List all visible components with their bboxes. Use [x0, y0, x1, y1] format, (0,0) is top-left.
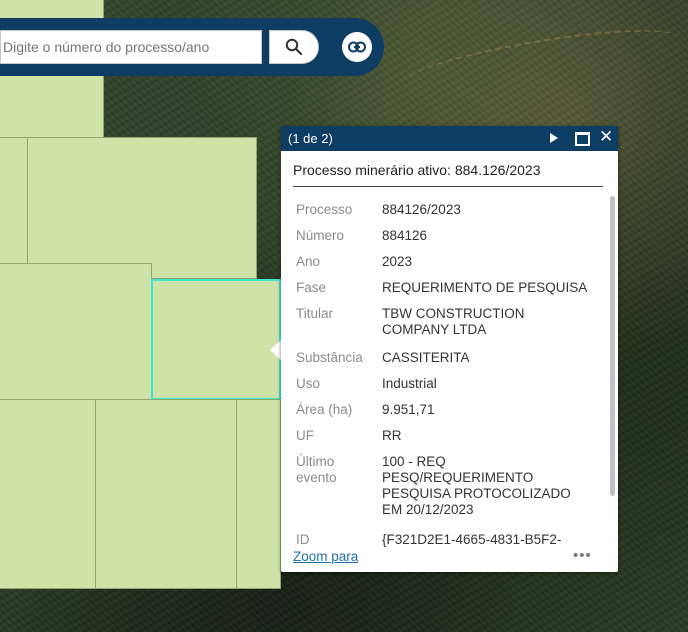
field-value: {F321D2E1-4665-4831-B5F2-: [382, 532, 562, 547]
field-label: Processo: [296, 202, 353, 217]
link-icon: [348, 41, 366, 53]
field-label: Titular: [296, 306, 334, 321]
popup-title: Processo minerário ativo: 884.126/2023: [293, 162, 603, 187]
field-label: Último evento: [296, 454, 337, 485]
more-actions-button[interactable]: •••: [573, 547, 592, 564]
field-label: ID: [296, 532, 310, 547]
close-icon[interactable]: ✕: [599, 128, 613, 146]
parcel-polygon[interactable]: [0, 399, 96, 589]
zoom-to-link[interactable]: Zoom para: [293, 549, 358, 564]
parcel-polygon-selected[interactable]: [151, 279, 281, 400]
parcel-polygon[interactable]: [0, 137, 28, 264]
search-button[interactable]: [269, 30, 319, 64]
parcel-polygon[interactable]: [236, 399, 281, 589]
search-bar: [0, 18, 384, 76]
field-value: 9.951,71: [382, 402, 435, 417]
field-label: Uso: [296, 376, 321, 391]
popup-header: (1 de 2) ✕: [281, 126, 618, 151]
field-value: Industrial: [382, 376, 437, 391]
field-value: 2023: [382, 254, 413, 269]
link-button[interactable]: [342, 32, 372, 62]
parcel-polygon[interactable]: [0, 263, 152, 400]
field-label: Número: [296, 228, 345, 243]
field-value: CASSITERITA: [382, 350, 470, 365]
play-icon[interactable]: [549, 131, 559, 149]
search-icon: [285, 38, 303, 56]
field-value: RR: [382, 428, 402, 443]
field-label: Ano: [296, 254, 321, 269]
parcel-polygon[interactable]: [95, 399, 237, 589]
field-label: Fase: [296, 280, 327, 295]
field-value: 100 - REQ PESQ/REQUERIMENTO PESQUISA PRO…: [382, 454, 571, 517]
field-label: Substância: [296, 350, 363, 365]
dock-icon[interactable]: [575, 132, 590, 146]
parcel-polygon[interactable]: [27, 137, 257, 279]
search-input[interactable]: [0, 30, 262, 64]
popup-feature-count: (1 de 2): [288, 131, 333, 146]
field-value: 884126: [382, 228, 428, 243]
field-value: TBW CONSTRUCTION COMPANY LTDA: [382, 306, 525, 337]
popup-scrollbar[interactable]: [610, 196, 615, 496]
field-label: UF: [296, 428, 314, 443]
popup-footer: Zoom para •••: [293, 547, 613, 567]
field-label: Área (ha): [296, 402, 353, 417]
field-value: 884126/2023: [382, 202, 461, 217]
popup-fields[interactable]: Processo 884126/2023 Número 884126 Ano 2…: [281, 196, 611, 548]
feature-popup: (1 de 2) ✕ Processo minerário ativo: 884…: [281, 126, 618, 572]
field-value: REQUERIMENTO DE PESQUISA: [382, 280, 588, 295]
